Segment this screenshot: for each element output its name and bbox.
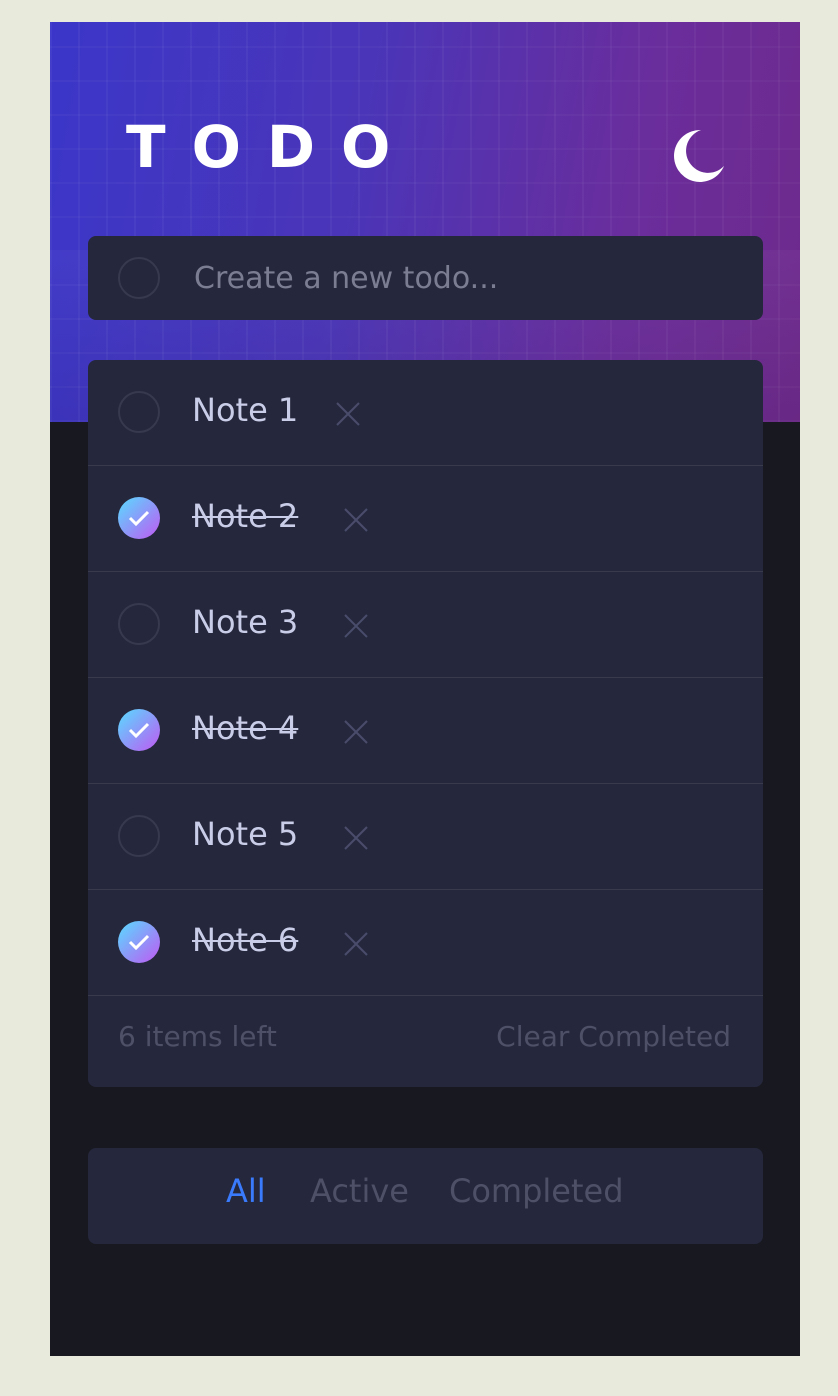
todo-label: Note 6: [192, 921, 299, 959]
new-todo-checkbox[interactable]: [118, 257, 160, 299]
todo-item: Note 6: [88, 890, 763, 996]
todo-checkbox-checked[interactable]: [118, 497, 160, 539]
clear-completed-button[interactable]: Clear Completed: [496, 1020, 731, 1053]
new-todo-input[interactable]: [192, 252, 736, 304]
delete-icon[interactable]: [342, 506, 370, 534]
todo-item: Note 5: [88, 784, 763, 890]
todo-checkbox[interactable]: [118, 603, 160, 645]
todo-app: TODO Note 1 Note 2: [50, 22, 800, 1356]
check-icon: [128, 510, 150, 527]
check-icon: [128, 722, 150, 739]
page-title: TODO: [126, 113, 417, 181]
todo-checkbox-checked[interactable]: [118, 921, 160, 963]
filter-bar: All Active Completed: [88, 1148, 763, 1244]
delete-icon[interactable]: [342, 930, 370, 958]
theme-toggle-button[interactable]: [668, 126, 728, 186]
todo-label: Note 1: [192, 391, 299, 429]
todo-item: Note 4: [88, 678, 763, 784]
list-footer: 6 items left Clear Completed: [88, 996, 763, 1086]
new-todo-bar: [88, 236, 763, 320]
todo-label: Note 5: [192, 815, 299, 853]
delete-icon[interactable]: [342, 718, 370, 746]
filter-all[interactable]: All: [226, 1172, 266, 1210]
todo-list: Note 1 Note 2 Note 3 Note 4 Note 5 Note …: [88, 360, 763, 1087]
todo-checkbox[interactable]: [118, 391, 160, 433]
delete-icon[interactable]: [334, 400, 362, 428]
todo-label: Note 4: [192, 709, 299, 747]
check-icon: [128, 934, 150, 951]
todo-checkbox-checked[interactable]: [118, 709, 160, 751]
todo-checkbox[interactable]: [118, 815, 160, 857]
filter-active[interactable]: Active: [310, 1172, 409, 1210]
moon-icon: [674, 129, 724, 182]
todo-label: Note 3: [192, 603, 299, 641]
todo-item: Note 2: [88, 466, 763, 572]
delete-icon[interactable]: [342, 612, 370, 640]
todo-item: Note 1: [88, 360, 763, 466]
todo-label: Note 2: [192, 497, 299, 535]
todo-item: Note 3: [88, 572, 763, 678]
filter-completed[interactable]: Completed: [449, 1172, 624, 1210]
delete-icon[interactable]: [342, 824, 370, 852]
items-left-count: 6 items left: [118, 1020, 277, 1053]
